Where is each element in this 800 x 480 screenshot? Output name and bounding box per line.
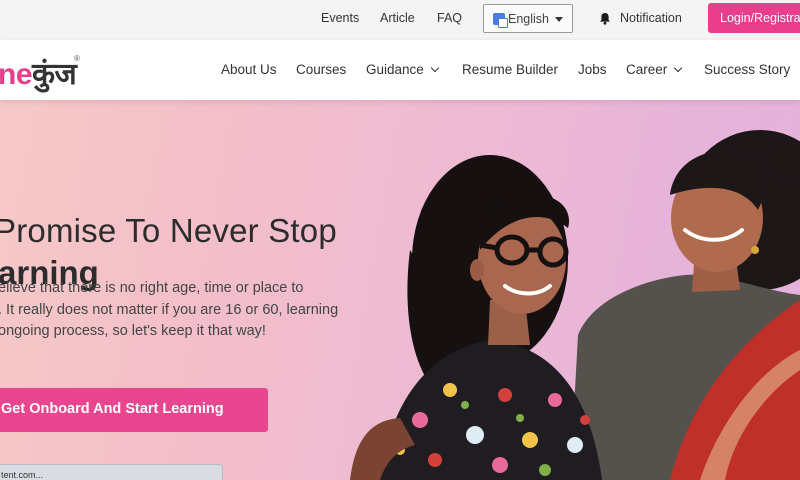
nav-career-label: Career	[626, 62, 668, 77]
notification-link[interactable]: Notification	[620, 11, 682, 25]
chevron-down-icon	[674, 63, 683, 73]
hero-description-line-1: elieve that there is no right age, time …	[0, 280, 304, 296]
hero-description-line-2: . It really does not matter if you are 1…	[0, 301, 339, 318]
nav-resume-builder[interactable]: Resume Builder	[462, 62, 558, 77]
login-register-button[interactable]: Login/Registration	[708, 3, 800, 33]
language-select[interactable]: English	[483, 4, 573, 33]
nav-jobs[interactable]: Jobs	[578, 62, 607, 77]
hero-description-line-3: ongoing process, so let's keep it that w…	[0, 323, 266, 339]
google-translate-icon	[493, 13, 508, 28]
chevron-down-icon	[430, 63, 440, 73]
caret-down-icon	[555, 17, 563, 22]
nav-courses[interactable]: Courses	[296, 62, 346, 77]
registered-mark: ®	[74, 54, 80, 63]
nav-guidance[interactable]: Guidance	[366, 62, 440, 77]
nav-career[interactable]: Career	[626, 62, 683, 77]
nav-about-us[interactable]: About Us	[221, 62, 277, 77]
hero-heading-line-1: Promise To Never Stop	[0, 212, 337, 249]
hero-section: Promise To Never Stop arning elieve that…	[0, 100, 800, 480]
main-navigation: neकुंज ® About Us Courses Guidance Resum…	[0, 40, 800, 100]
nav-success-story[interactable]: Success Story	[704, 62, 790, 77]
nav-guidance-label: Guidance	[366, 62, 424, 77]
site-logo[interactable]: neकुंज ®	[0, 52, 80, 93]
hero-photo	[350, 130, 800, 480]
faq-link[interactable]: FAQ	[437, 11, 462, 25]
bell-icon[interactable]	[599, 12, 611, 25]
hero-description: elieve that there is no right age, time …	[0, 278, 378, 343]
top-utility-bar: Events Article FAQ English Notification …	[0, 0, 800, 40]
events-link[interactable]: Events	[321, 11, 359, 25]
logo-part-2: कुंज	[32, 58, 77, 91]
article-link[interactable]: Article	[380, 11, 415, 25]
language-label: English	[508, 12, 549, 26]
get-onboard-button[interactable]: Get Onboard And Start Learning	[0, 388, 268, 432]
logo-part-1: ne	[0, 58, 33, 91]
browser-status-bar: tent.com...	[0, 464, 223, 480]
